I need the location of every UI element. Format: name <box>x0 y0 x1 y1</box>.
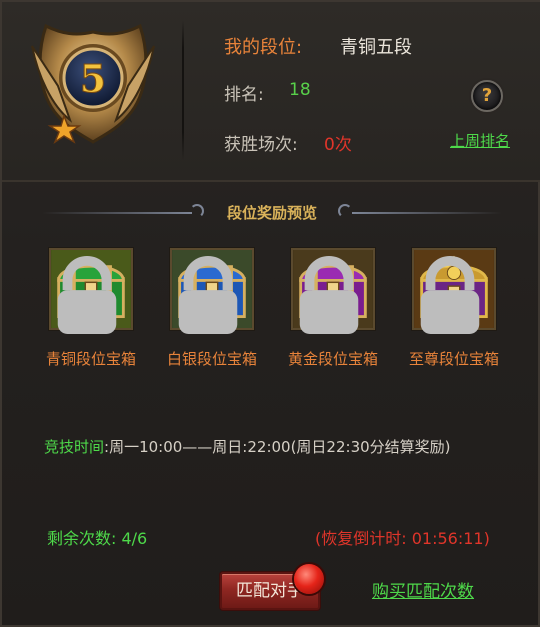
recover-countdown: (恢复倒计时: 01:56:11) <box>315 529 490 548</box>
gold-chest[interactable] <box>291 248 375 334</box>
last-week-ranking-link[interactable]: 上周排名 <box>450 130 510 151</box>
reward-preview-header: 段位奖励预览 <box>2 198 540 228</box>
lock-icon <box>420 256 480 334</box>
ranking-value: 18 <box>289 80 311 100</box>
reward-preview-title: 段位奖励预览 <box>226 204 317 222</box>
lock-icon <box>178 256 238 334</box>
supreme-chest-label: 至尊段位宝箱 <box>408 350 499 368</box>
help-icon[interactable]: ? <box>471 80 503 112</box>
silver-chest[interactable] <box>170 248 254 334</box>
buy-match-count-link[interactable]: 购买匹配次数 <box>372 577 474 602</box>
bronze-chest[interactable] <box>49 248 133 334</box>
remaining-count: 剩余次数: 4/6 <box>47 529 148 548</box>
ranking-label: 排名: <box>224 85 264 105</box>
supreme-chest[interactable] <box>412 248 496 334</box>
wins-value: 0次 <box>324 135 352 155</box>
bronze-chest-label: 青铜段位宝箱 <box>45 350 136 368</box>
my-rank-label: 我的段位: <box>224 37 303 58</box>
match-time-info: 竞技时间:周一10:00——周日:22:00(周日22:30分结算奖励) <box>44 436 451 457</box>
match-time-value: :周一10:00——周日:22:00(周日22:30分结算奖励) <box>104 438 451 456</box>
silver-chest-label: 白银段位宝箱 <box>166 350 257 368</box>
vertical-divider <box>182 20 184 160</box>
notification-dot-icon <box>294 564 324 594</box>
wins-label: 获胜场次: <box>224 135 298 155</box>
lock-icon <box>57 256 117 334</box>
rank-badge-icon: 5 <box>31 23 155 144</box>
gold-chest-label: 黄金段位宝箱 <box>287 350 378 368</box>
match-time-label: 竞技时间 <box>44 438 105 456</box>
rank-info-section: 5 我的段位: 青铜五段 排名: 18 获胜场次: 0次 ? 上周排名 <box>2 2 540 182</box>
my-rank-value: 青铜五段 <box>340 37 412 58</box>
ranked-panel: 5 我的段位: 青铜五段 排名: 18 获胜场次: 0次 ? 上周排名 段位奖励… <box>0 0 540 627</box>
badge-level-text: 5 <box>80 56 106 101</box>
lock-icon <box>299 256 359 334</box>
